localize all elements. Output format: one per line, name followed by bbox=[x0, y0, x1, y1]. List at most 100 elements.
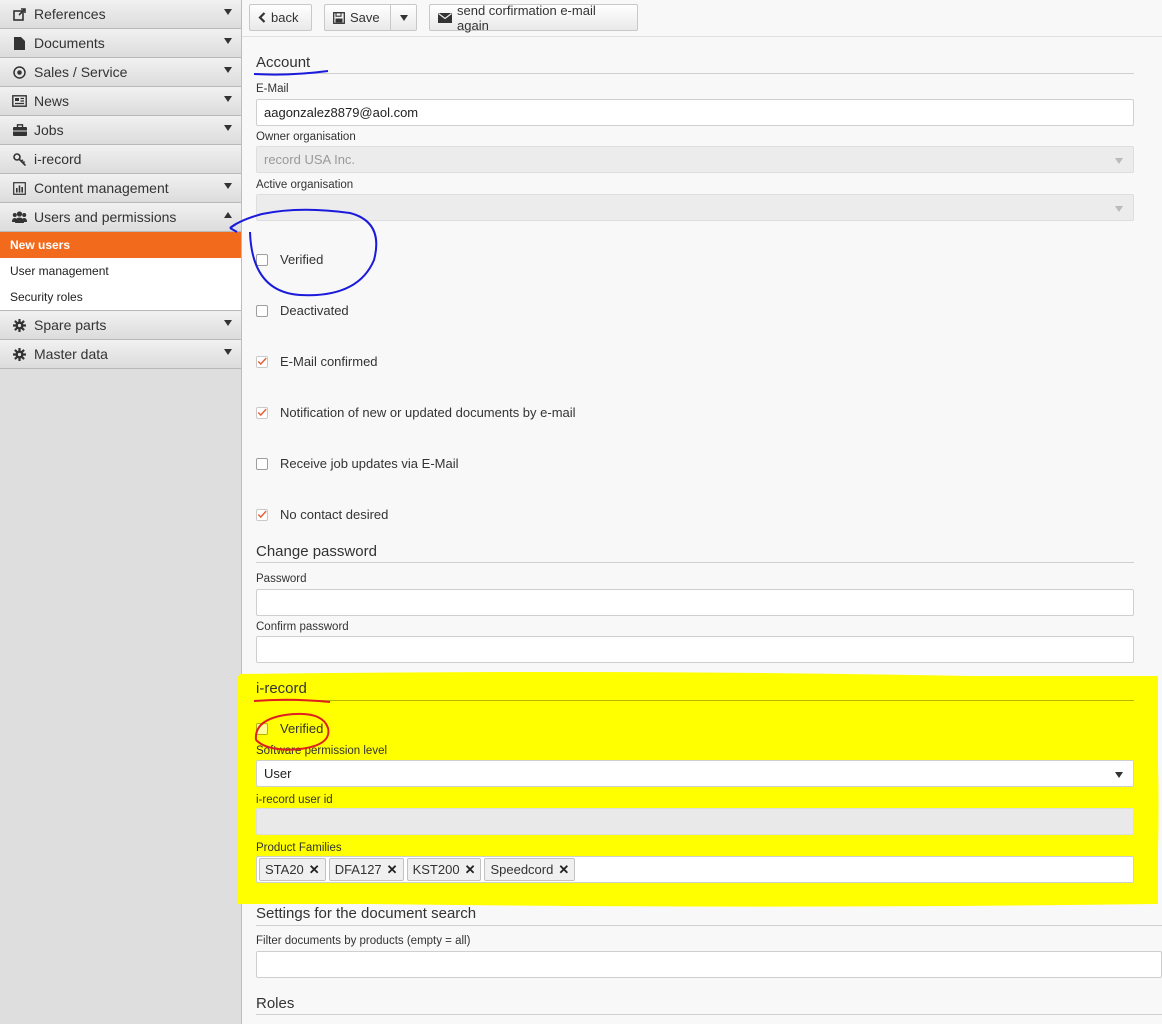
sidebar-item-jobs[interactable]: Jobs bbox=[0, 116, 241, 145]
caret-down-icon bbox=[1115, 772, 1123, 778]
section-divider bbox=[256, 562, 1134, 563]
sidebar-subitem-user-management[interactable]: User management bbox=[0, 258, 241, 284]
verified-checkbox[interactable] bbox=[256, 253, 268, 266]
caret-down-icon bbox=[1115, 206, 1123, 212]
sidebar-item-references[interactable]: References bbox=[0, 0, 241, 29]
chevron-down-icon bbox=[224, 349, 232, 355]
sidebar-item-sales-service[interactable]: Sales / Service bbox=[0, 58, 241, 87]
confirm-password-field[interactable] bbox=[256, 636, 1134, 663]
tag-label: KST200 bbox=[412, 862, 460, 877]
section-title-i-record: i-record bbox=[256, 680, 307, 697]
sidebar: References Documents Sales / Service New… bbox=[0, 0, 242, 1024]
product-families-label: Product Families bbox=[256, 842, 342, 854]
email-confirmed-checkbox[interactable] bbox=[256, 355, 268, 368]
key-icon bbox=[12, 152, 27, 166]
chevron-down-icon bbox=[224, 125, 232, 131]
sidebar-item-users-and-permissions[interactable]: Users and permissions bbox=[0, 203, 241, 232]
no-contact-checkbox-row[interactable]: No contact desired bbox=[256, 507, 388, 522]
target-icon bbox=[12, 65, 27, 79]
back-button[interactable]: back bbox=[249, 4, 312, 31]
sidebar-item-label: Master data bbox=[34, 346, 108, 362]
irecord-user-id-field bbox=[256, 808, 1134, 835]
irecord-verified-checkbox-row[interactable]: Verified bbox=[256, 721, 323, 736]
product-family-tag: Speedcord ✕ bbox=[484, 858, 576, 881]
sidebar-item-label: News bbox=[34, 93, 70, 109]
remove-tag-icon[interactable]: ✕ bbox=[387, 862, 398, 878]
newspaper-icon bbox=[12, 94, 27, 108]
remove-tag-icon[interactable]: ✕ bbox=[558, 862, 569, 878]
sidebar-item-i-record[interactable]: i-record bbox=[0, 145, 241, 174]
no-contact-checkbox[interactable] bbox=[256, 508, 268, 521]
job-updates-label: Receive job updates via E-Mail bbox=[280, 456, 459, 471]
sidebar-subitem-new-users[interactable]: New users bbox=[0, 232, 241, 258]
sidebar-item-master-data[interactable]: Master data bbox=[0, 340, 241, 369]
toolbar: back Save send corfirmation e-mail again bbox=[242, 0, 1162, 37]
irecord-user-id-label: i-record user id bbox=[256, 794, 333, 806]
chevron-down-icon bbox=[224, 96, 232, 102]
filter-documents-label: Filter documents by products (empty = al… bbox=[256, 935, 471, 947]
deactivated-checkbox-row[interactable]: Deactivated bbox=[256, 303, 349, 318]
password-field[interactable] bbox=[256, 589, 1134, 616]
sidebar-item-content-management[interactable]: Content management bbox=[0, 174, 241, 203]
save-button[interactable]: Save bbox=[324, 4, 390, 31]
section-title-document-search: Settings for the document search bbox=[256, 905, 477, 922]
caret-down-icon bbox=[399, 14, 408, 21]
save-label: Save bbox=[350, 10, 380, 25]
product-family-tag: DFA127 ✕ bbox=[328, 858, 404, 881]
section-divider bbox=[256, 1014, 1162, 1015]
deactivated-label: Deactivated bbox=[280, 303, 349, 318]
section-title-change-password: Change password bbox=[256, 543, 377, 560]
tag-label: Speedcord bbox=[490, 862, 554, 877]
permission-level-select[interactable]: User bbox=[256, 760, 1134, 787]
back-label: back bbox=[271, 10, 299, 25]
confirm-password-label: Confirm password bbox=[256, 621, 349, 633]
external-link-icon bbox=[12, 7, 27, 21]
owner-organisation-select: record USA Inc. bbox=[256, 146, 1134, 173]
deactivated-checkbox[interactable] bbox=[256, 304, 268, 317]
email-confirmed-checkbox-row[interactable]: E-Mail confirmed bbox=[256, 354, 378, 369]
remove-tag-icon[interactable]: ✕ bbox=[309, 862, 320, 878]
checkmark-icon bbox=[257, 510, 267, 519]
remove-tag-icon[interactable]: ✕ bbox=[465, 862, 476, 878]
no-contact-label: No contact desired bbox=[280, 507, 389, 522]
job-updates-checkbox[interactable] bbox=[256, 457, 268, 470]
chevron-up-icon bbox=[224, 212, 232, 218]
product-families-input[interactable]: STA20 ✕ DFA127 ✕ KST200 ✕ Speedcord ✕ bbox=[256, 856, 1134, 883]
sidebar-item-label: Users and permissions bbox=[34, 209, 177, 225]
email-field[interactable] bbox=[256, 99, 1134, 126]
sidebar-submenu: New users User management Security roles bbox=[0, 232, 241, 311]
send-confirmation-button[interactable]: send corfirmation e-mail again bbox=[429, 2, 638, 33]
gear-icon bbox=[12, 347, 27, 361]
sidebar-item-news[interactable]: News bbox=[0, 87, 241, 116]
checkmark-icon bbox=[257, 408, 267, 417]
section-divider bbox=[256, 700, 1134, 701]
sidebar-item-label: References bbox=[34, 6, 106, 22]
save-dropdown-button[interactable] bbox=[390, 4, 417, 31]
sidebar-item-documents[interactable]: Documents bbox=[0, 29, 241, 58]
filter-documents-field[interactable] bbox=[256, 951, 1162, 978]
send-confirmation-label: send corfirmation e-mail again bbox=[457, 2, 596, 33]
floppy-disk-icon bbox=[333, 11, 345, 24]
tag-label: STA20 bbox=[265, 862, 304, 877]
chevron-down-icon bbox=[224, 38, 232, 44]
sidebar-subitem-security-roles[interactable]: Security roles bbox=[0, 284, 241, 310]
chevron-down-icon bbox=[224, 320, 232, 326]
main-content: back Save send corfirmation e-mail again… bbox=[238, 0, 1162, 1024]
irecord-verified-label: Verified bbox=[280, 721, 324, 736]
active-organisation-label: Active organisation bbox=[256, 179, 354, 191]
job-updates-checkbox-row[interactable]: Receive job updates via E-Mail bbox=[256, 456, 458, 471]
sidebar-item-spare-parts[interactable]: Spare parts bbox=[0, 311, 241, 340]
section-title-account: Account bbox=[256, 54, 311, 71]
irecord-verified-checkbox[interactable] bbox=[256, 722, 268, 735]
owner-organisation-label: Owner organisation bbox=[256, 131, 356, 143]
envelope-icon bbox=[438, 12, 452, 23]
verified-checkbox-row[interactable]: Verified bbox=[256, 252, 323, 267]
file-icon bbox=[12, 36, 27, 50]
notification-checkbox[interactable] bbox=[256, 406, 268, 419]
notification-checkbox-row[interactable]: Notification of new or updated documents… bbox=[256, 405, 576, 420]
chart-icon bbox=[12, 181, 27, 195]
sidebar-item-label: i-record bbox=[34, 151, 82, 167]
sidebar-item-label: Spare parts bbox=[34, 317, 107, 333]
sidebar-item-label: Sales / Service bbox=[34, 64, 128, 80]
active-organisation-select bbox=[256, 194, 1134, 221]
